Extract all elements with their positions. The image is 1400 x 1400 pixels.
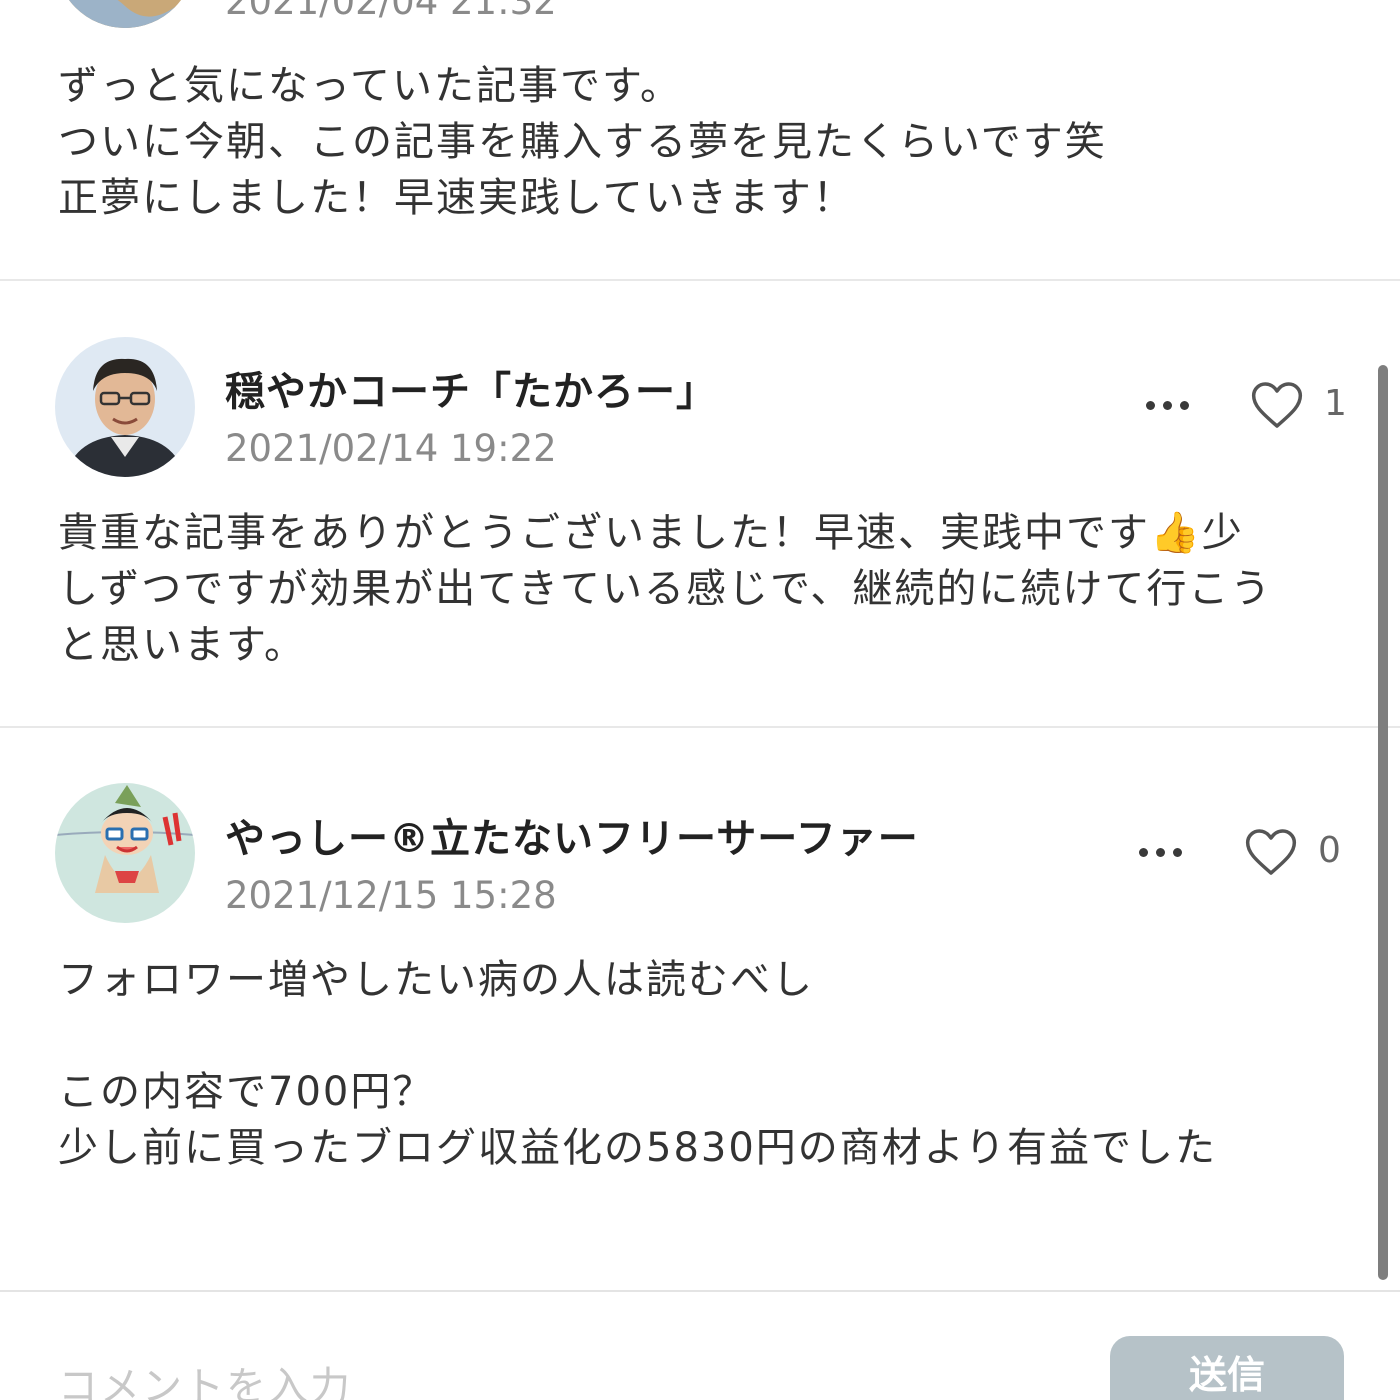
comment-item: やっしー®立たないフリーサーファー 2021/12/15 15:28 0 フォロ… (0, 728, 1400, 1290)
avatar-image (55, 0, 195, 28)
comment-body: フォロワー増やしたい病の人は読むべし この内容で700円？ 少し前に買ったブログ… (58, 952, 1348, 1176)
comment-body: ずっと気になっていた記事です。 ついに今朝、この記事を購入する夢を見たくらいです… (58, 58, 1348, 226)
more-horizontal-icon-dot (1172, 847, 1182, 857)
avatar[interactable] (55, 0, 195, 28)
comment-date: 2021/02/04 21:32 (225, 0, 557, 23)
more-horizontal-icon (1145, 400, 1155, 410)
more-horizontal-icon (1138, 847, 1148, 857)
comment-text-line: しずつですが効果が出てきている感じで、継続的に続けて行こう (58, 566, 1273, 612)
comment-text-line: 正夢にしました！早速実践していきます！ (58, 175, 855, 221)
like-count: 1 (1324, 383, 1347, 424)
avatar-image (55, 337, 195, 477)
comment-item: 2021/02/04 21:32 ずっと気になっていた記事です。 ついに今朝、こ… (0, 0, 1400, 280)
more-horizontal-icon-dot (1155, 847, 1165, 857)
more-horizontal-icon-dot (1179, 400, 1189, 410)
comment-input-bar: 送信 (0, 1290, 1400, 1400)
more-options-button[interactable] (1137, 385, 1197, 425)
more-horizontal-icon-dot (1162, 400, 1172, 410)
comment-text-line: と思います。 (58, 622, 306, 668)
comment-date: 2021/02/14 19:22 (225, 427, 557, 470)
avatar[interactable] (55, 783, 195, 923)
send-button[interactable]: 送信 (1110, 1336, 1344, 1400)
more-options-button[interactable] (1130, 832, 1190, 872)
avatar-image (55, 783, 195, 923)
comment-text-line: 少し前に買ったブログ収益化の5830円の商材より有益でした (58, 1125, 1217, 1171)
comment-list-view: 2021/02/04 21:32 ずっと気になっていた記事です。 ついに今朝、こ… (0, 0, 1400, 1400)
comment-input[interactable] (58, 1352, 1058, 1400)
comment-blank-line (58, 1008, 1348, 1064)
comment-date: 2021/12/15 15:28 (225, 874, 557, 917)
comment-text-line: フォロワー増やしたい病の人は読むべし (58, 957, 814, 1003)
like-button[interactable] (1246, 377, 1308, 433)
like-button[interactable] (1240, 824, 1302, 880)
heart-outline-icon (1251, 382, 1303, 428)
comment-item: 穏やかコーチ「たかろー」 2021/02/14 19:22 1 貴重な記事をあり… (0, 281, 1400, 727)
comment-text-line: 貴重な記事をありがとうございました！早速、実践中です👍少 (58, 510, 1244, 556)
comment-author[interactable]: 穏やかコーチ「たかろー」 (225, 359, 717, 417)
comment-text-line: この内容で700円？ (58, 1069, 435, 1115)
comment-author[interactable]: やっしー®立たないフリーサーファー (225, 806, 919, 864)
scrollbar[interactable] (1378, 365, 1388, 1280)
like-count: 0 (1318, 830, 1341, 871)
heart-outline-icon (1245, 829, 1297, 875)
comment-body: 貴重な記事をありがとうございました！早速、実践中です👍少 しずつですが効果が出て… (58, 505, 1348, 673)
avatar[interactable] (55, 337, 195, 477)
comment-text-line: ついに今朝、この記事を購入する夢を見たくらいです笑 (58, 119, 1107, 165)
comment-text-line: ずっと気になっていた記事です。 (58, 63, 682, 109)
